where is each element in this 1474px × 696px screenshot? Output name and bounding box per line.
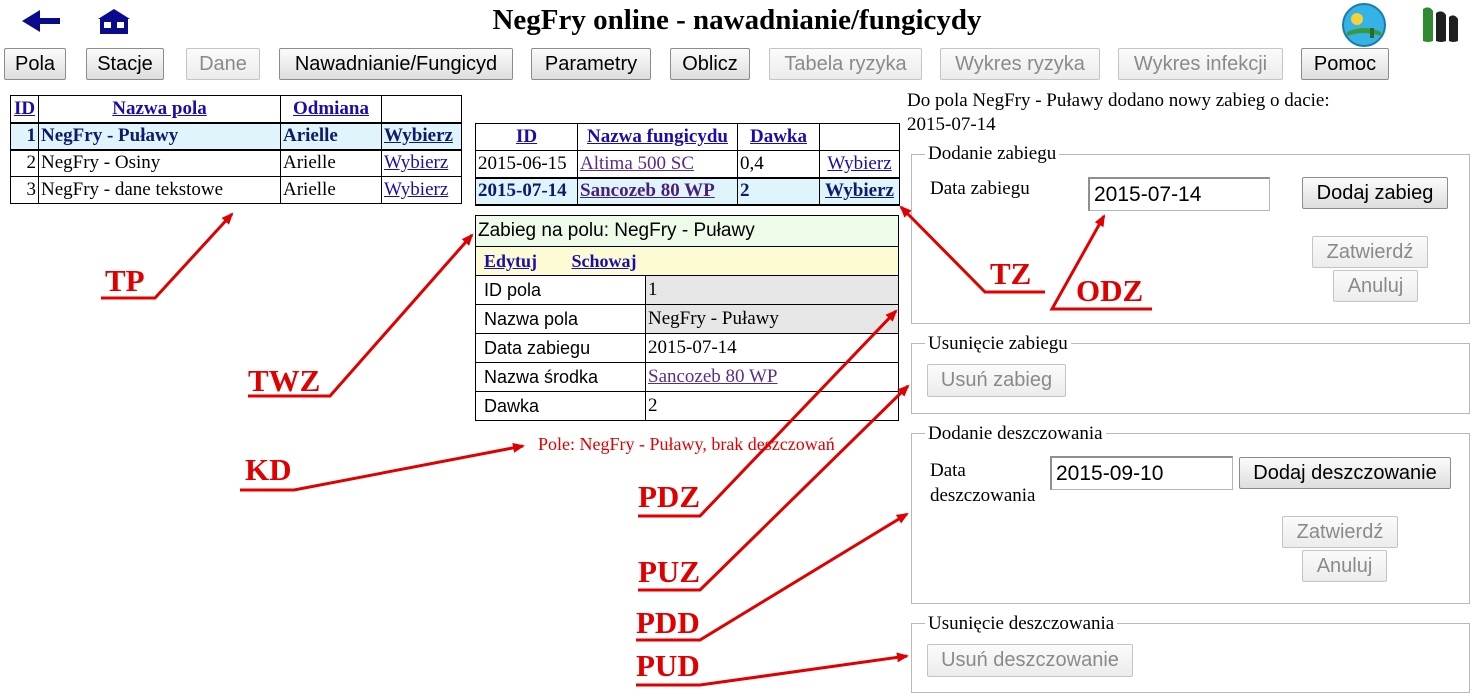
annotation-pdz-label: PDZ: [638, 479, 700, 514]
annotation-pud-label: PUD: [636, 648, 700, 683]
annotation-odz-label: ODZ: [1076, 273, 1144, 308]
annotation-tz-label: TZ: [990, 256, 1032, 291]
annotation-puz-label: PUZ: [638, 554, 700, 589]
annotation-tp-label: TP: [105, 263, 145, 298]
annotation-kd-label: KD: [245, 452, 292, 487]
annotation-arrows: [101, 205, 1152, 687]
annotation-pdd-label: PDD: [636, 605, 700, 640]
annotation-twz-label: TWZ: [248, 363, 321, 398]
